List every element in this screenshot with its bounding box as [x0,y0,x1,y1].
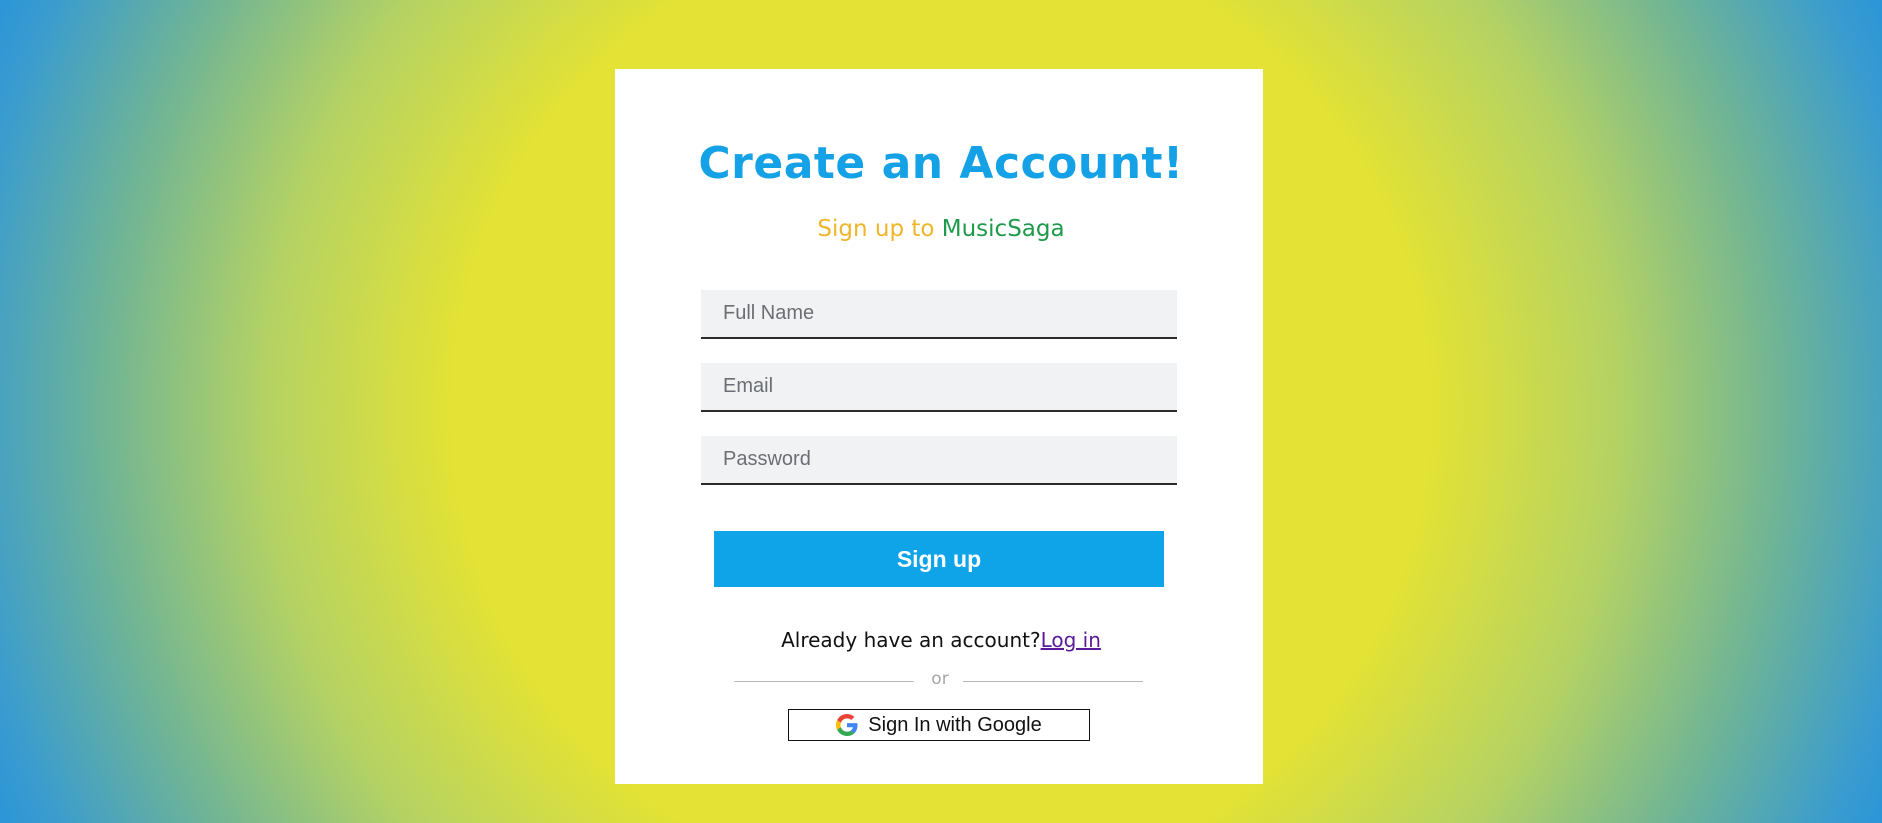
subtitle-lead: Sign up to [817,216,935,242]
google-g-icon [836,714,858,736]
google-signin-button[interactable]: Sign In with Google [788,709,1090,741]
signup-button[interactable]: Sign up [714,531,1164,587]
login-link[interactable]: Log in [1041,628,1101,652]
login-prompt-text: Already have an account? [781,628,1041,652]
email-input[interactable] [701,363,1177,412]
page-subtitle: Sign up to MusicSaga [0,216,1882,242]
page-title: Create an Account! [698,138,1184,189]
password-input[interactable] [701,436,1177,485]
divider-left [734,681,914,682]
google-button-label: Sign In with Google [868,713,1042,736]
full-name-input[interactable] [701,290,1177,339]
login-prompt: Already have an account?Log in [0,628,1882,652]
divider-right [963,681,1143,682]
divider-or: or [931,669,949,689]
brand-name: MusicSaga [941,216,1065,242]
